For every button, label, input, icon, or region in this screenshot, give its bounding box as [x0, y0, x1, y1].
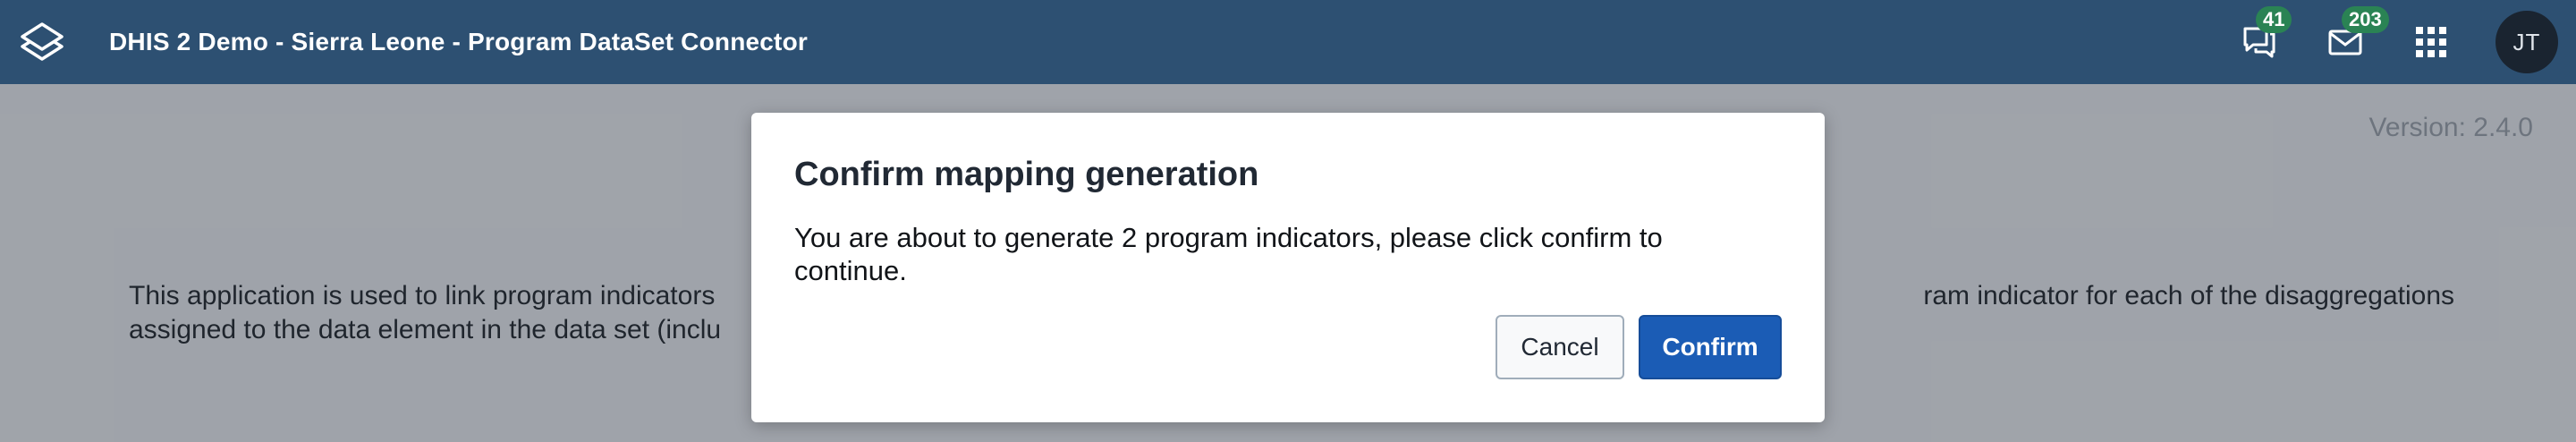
dhis2-logo-icon[interactable]: [0, 0, 84, 84]
user-avatar[interactable]: JT: [2496, 11, 2558, 73]
confirm-button[interactable]: Confirm: [1639, 315, 1782, 379]
modal-title: Confirm mapping generation: [794, 156, 1259, 193]
messages-button[interactable]: 203: [2320, 6, 2389, 67]
modal-message: You are about to generate 2 program indi…: [794, 222, 1663, 286]
app-title: DHIS 2 Demo - Sierra Leone - Program Dat…: [109, 28, 808, 55]
confirm-modal: Confirm mapping generation You are about…: [751, 113, 1825, 422]
header-actions: 41 203 JT: [2234, 0, 2576, 84]
modal-actions: Cancel Confirm: [1496, 315, 1782, 379]
interpretations-button[interactable]: 41: [2234, 6, 2292, 67]
cancel-button[interactable]: Cancel: [1496, 315, 1624, 379]
messages-count-badge: 203: [2342, 6, 2389, 33]
apps-grid-icon: [2416, 27, 2446, 57]
interpretations-count-badge: 41: [2256, 6, 2292, 33]
top-bar: DHIS 2 Demo - Sierra Leone - Program Dat…: [0, 0, 2576, 84]
apps-menu-button[interactable]: [2406, 17, 2456, 67]
